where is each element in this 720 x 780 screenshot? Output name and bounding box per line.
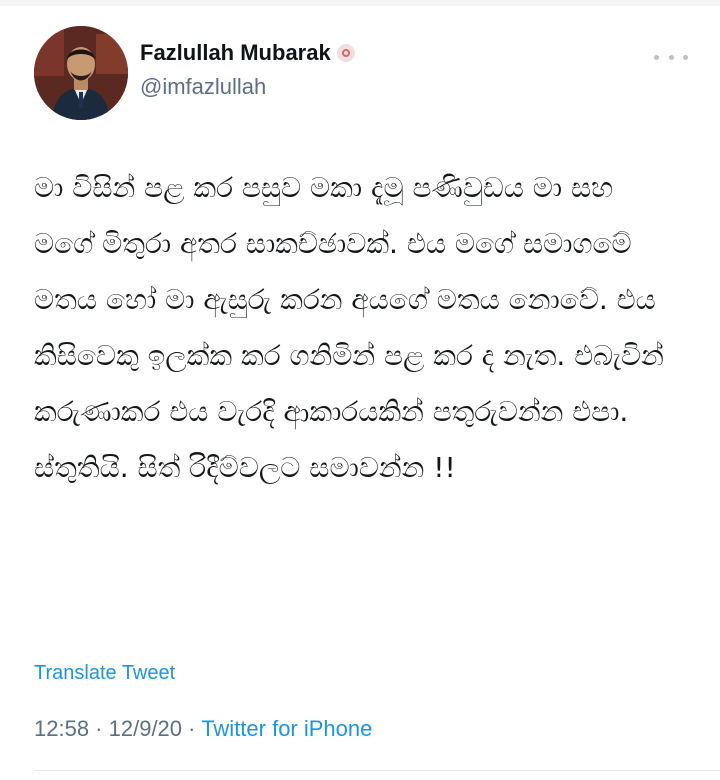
- tweet-text: මා විසින් පළ කර පසුව මකා දැමූ පණිවුඩය මා…: [34, 171, 664, 484]
- author-name-row[interactable]: Fazlullah Mubarak: [140, 40, 355, 66]
- avatar[interactable]: [34, 26, 128, 120]
- tweet-metadata: 12:58 · 12/9/20 · Twitter for iPhone: [34, 716, 372, 742]
- profile-photo: [34, 26, 128, 120]
- separator: ·: [182, 716, 202, 741]
- author-handle[interactable]: @imfazlullah: [140, 74, 266, 100]
- tweet-card: Fazlullah Mubarak @imfazlullah මා විසින්…: [0, 0, 720, 780]
- tweet-source-link[interactable]: Twitter for iPhone: [201, 716, 372, 741]
- tweet-date[interactable]: 12/9/20: [109, 716, 182, 741]
- more-options-icon[interactable]: [654, 50, 688, 64]
- separator: ·: [89, 716, 109, 741]
- tweet-time[interactable]: 12:58: [34, 716, 89, 741]
- bottom-divider: [34, 770, 720, 771]
- top-divider: [0, 0, 720, 6]
- translate-tweet-link[interactable]: Translate Tweet: [34, 662, 175, 685]
- verified-badge-icon: [336, 44, 355, 62]
- display-name[interactable]: Fazlullah Mubarak: [140, 40, 331, 66]
